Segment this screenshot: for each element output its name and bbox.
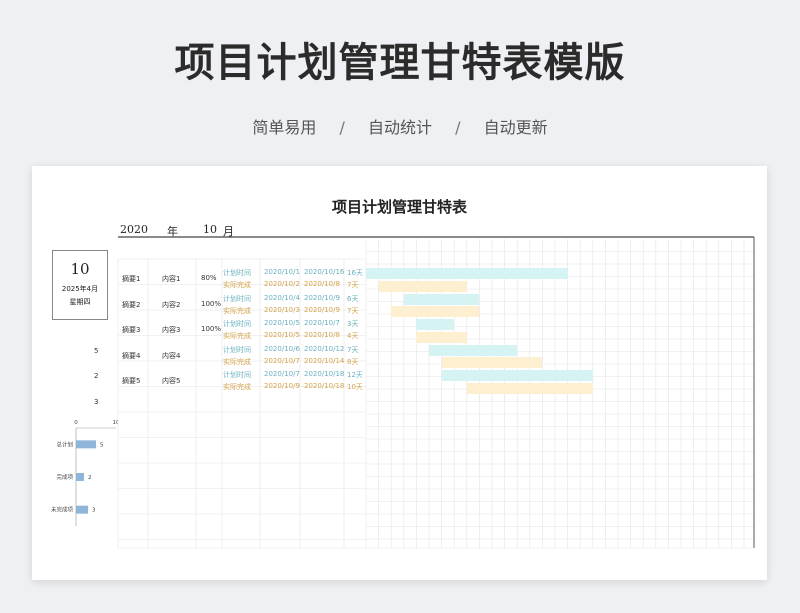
- actual-start-date: 2020/10/5: [264, 331, 300, 339]
- plan-end-date: 2020/10/16: [304, 268, 345, 276]
- task-content: 内容4: [162, 351, 181, 360]
- plan-duration: 6天: [347, 294, 359, 303]
- task-content: 内容2: [162, 300, 181, 309]
- task-content: 内容1: [162, 275, 181, 283]
- plan-start-date: 2020/10/4: [264, 293, 300, 302]
- actual-bar[interactable]: [378, 280, 467, 292]
- plan-label: 计划时间: [223, 345, 251, 354]
- category-label: 未完成项: [51, 506, 74, 514]
- actual-bar[interactable]: [466, 382, 593, 394]
- plan-end-date: 2020/10/9: [304, 293, 340, 302]
- plan-bar[interactable]: [429, 344, 518, 356]
- feature-auto-stats: 自动统计: [367, 118, 432, 137]
- bar-value-label: 5: [100, 442, 104, 448]
- task-progress: 100%: [201, 325, 222, 333]
- actual-end-date: 2020/10/8: [304, 331, 340, 339]
- task-progress: 80%: [201, 274, 217, 282]
- month-value[interactable]: 10: [203, 223, 217, 236]
- task-content: 内容5: [162, 377, 181, 385]
- summary-bar: [76, 473, 84, 481]
- plan-duration: 3天: [347, 320, 359, 328]
- plan-label: 计划时间: [223, 371, 251, 379]
- year-value[interactable]: 2020: [120, 223, 148, 236]
- task-summary: 摘要1: [122, 275, 141, 283]
- actual-bar[interactable]: [391, 306, 480, 317]
- x-tick-label: 0: [74, 420, 78, 426]
- task-summary: 摘要3: [122, 326, 141, 334]
- feature-easy: 简单易用: [252, 118, 317, 137]
- plan-label: 计划时间: [223, 294, 251, 303]
- actual-duration: 4天: [347, 332, 359, 340]
- plan-start-date: 2020/10/5: [264, 319, 300, 327]
- task-summary: 摘要2: [122, 300, 141, 309]
- actual-duration: 10天: [347, 383, 363, 391]
- actual-end-date: 2020/10/14: [304, 356, 345, 365]
- month-unit: 月: [223, 225, 234, 238]
- actual-duration: 7天: [347, 281, 359, 289]
- plan-duration: 16天: [347, 269, 363, 277]
- actual-start-date: 2020/10/9: [264, 382, 300, 390]
- plan-end-date: 2020/10/18: [304, 370, 345, 378]
- sheet-title: 项目计划管理甘特表: [331, 198, 467, 216]
- summary-bar: [76, 440, 96, 449]
- summary-bar: [76, 505, 88, 514]
- bar-value-label: 2: [88, 475, 92, 481]
- plan-bar[interactable]: [403, 293, 480, 305]
- plan-bar[interactable]: [416, 319, 455, 330]
- actual-bar[interactable]: [441, 357, 543, 368]
- today-date-box: 10 2025年4月 星期四: [52, 250, 108, 320]
- plan-duration: 12天: [347, 371, 363, 379]
- actual-end-date: 2020/10/9: [304, 305, 340, 314]
- task-summary: 摘要5: [122, 377, 141, 385]
- x-tick-label: 10: [113, 420, 119, 426]
- category-label: 总计划: [56, 440, 73, 448]
- undone-count: 3: [94, 398, 99, 406]
- summary-bar-chart: 0 10 总计划 5 完成项 2 未完成项 3: [51, 420, 119, 526]
- plan-start-date: 2020/10/6: [264, 344, 300, 353]
- spreadsheet-preview: 项目计划管理甘特表 2020 年 10 月 10 2025年4月 星期四 5 2…: [32, 166, 767, 580]
- actual-duration: 8天: [347, 357, 359, 366]
- plan-end-date: 2020/10/7: [304, 319, 340, 327]
- actual-label: 实际完成: [223, 383, 251, 391]
- plan-bar[interactable]: [366, 268, 568, 279]
- task-summary: 摘要4: [122, 351, 141, 360]
- actual-start-date: 2020/10/3: [264, 305, 300, 314]
- bar-value-label: 3: [92, 508, 96, 514]
- plan-label: 计划时间: [223, 320, 251, 328]
- date-day: 10: [70, 260, 90, 278]
- plan-duration: 7天: [347, 345, 359, 354]
- feature-auto-update: 自动更新: [483, 118, 548, 137]
- actual-end-date: 2020/10/8: [304, 280, 340, 288]
- page-title: 项目计划管理甘特表模版: [174, 40, 626, 86]
- separator: /: [339, 118, 345, 137]
- actual-start-date: 2020/10/7: [264, 356, 300, 365]
- task-content: 内容3: [162, 326, 181, 334]
- plan-bar[interactable]: [441, 370, 593, 381]
- date-weekday: 星期四: [69, 298, 91, 306]
- actual-label: 实际完成: [223, 357, 251, 366]
- year-unit: 年: [167, 225, 178, 238]
- actual-start-date: 2020/10/2: [264, 280, 300, 288]
- actual-bar[interactable]: [416, 331, 467, 343]
- actual-label: 实际完成: [223, 281, 251, 289]
- category-label: 完成项: [56, 473, 73, 481]
- actual-duration: 7天: [347, 306, 359, 315]
- actual-label: 实际完成: [223, 306, 251, 315]
- date-year-month: 2025年4月: [61, 285, 99, 293]
- plan-end-date: 2020/10/12: [304, 344, 345, 353]
- done-count: 2: [94, 372, 99, 380]
- plan-start-date: 2020/10/1: [264, 268, 300, 276]
- actual-label: 实际完成: [223, 332, 251, 340]
- plan-label: 计划时间: [223, 269, 251, 277]
- feature-tagline: 简单易用 / 自动统计 / 自动更新: [0, 114, 800, 138]
- plan-start-date: 2020/10/7: [264, 370, 300, 378]
- task-progress: 100%: [201, 299, 222, 308]
- actual-end-date: 2020/10/18: [304, 382, 345, 390]
- total-count: 5: [94, 347, 99, 355]
- separator: /: [455, 118, 461, 137]
